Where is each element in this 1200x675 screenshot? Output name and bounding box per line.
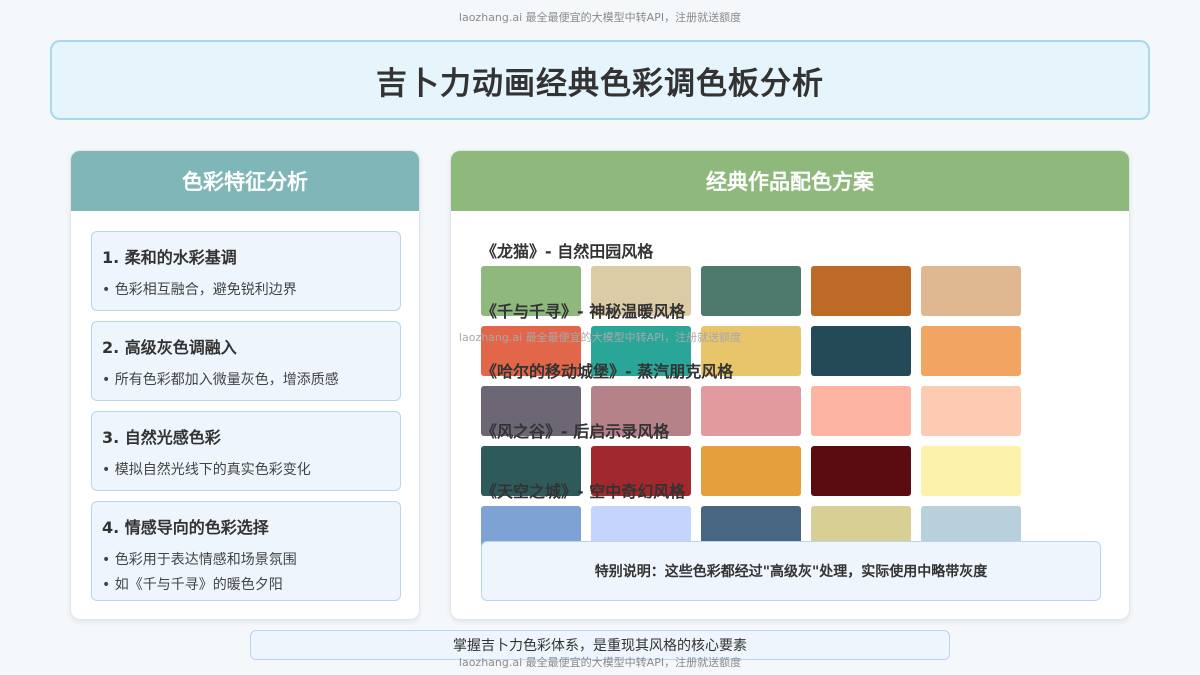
feature-point: 所有色彩都加入微量灰色，增添质感: [102, 368, 390, 393]
palette-title: 《哈尔的移动城堡》- 蒸汽朋克风格: [481, 362, 734, 381]
special-note: 特别说明：这些色彩都经过"高级灰"处理，实际使用中略带灰度: [481, 541, 1101, 601]
feature-title: 3. 自然光感色彩: [102, 428, 221, 447]
palette-title: 《天空之城》- 空中奇幻风格: [481, 482, 686, 501]
title-banner: 吉卜力动画经典色彩调色板分析: [50, 40, 1150, 120]
color-swatch: [921, 386, 1021, 436]
palette-title: 《风之谷》- 后启示录风格: [481, 422, 670, 441]
feature-title: 4. 情感导向的色彩选择: [102, 518, 269, 537]
watermark-bottom: laozhang.ai 最全最便宜的大模型中转API，注册就送额度: [458, 656, 742, 669]
palette-title: 《千与千寻》- 神秘温暖风格: [481, 302, 686, 321]
feature-point: 模拟自然光线下的真实色彩变化: [102, 458, 390, 483]
watermark-top: laozhang.ai 最全最便宜的大模型中转API，注册就送额度: [458, 11, 742, 24]
palette-title: 《龙猫》- 自然田园风格: [481, 242, 654, 261]
feature-card-4: 4. 情感导向的色彩选择 色彩用于表达情感和场景氛围 如《千与千寻》的暖色夕阳: [91, 501, 401, 601]
page-title: 吉卜力动画经典色彩调色板分析: [376, 65, 824, 102]
color-swatch: [811, 446, 911, 496]
feature-analysis-panel: 色彩特征分析 1. 柔和的水彩基调 色彩相互融合，避免锐利边界 2. 高级灰色调…: [70, 150, 420, 620]
palette-panel: 经典作品配色方案 《龙猫》- 自然田园风格《千与千寻》- 神秘温暖风格《哈尔的移…: [450, 150, 1130, 620]
feature-title: 1. 柔和的水彩基调: [102, 248, 237, 267]
feature-point: 色彩相互融合，避免锐利边界: [102, 278, 390, 303]
feature-panel-header: 色彩特征分析: [71, 151, 419, 211]
feature-card-3: 3. 自然光感色彩 模拟自然光线下的真实色彩变化: [91, 411, 401, 491]
watermark-middle: laozhang.ai 最全最便宜的大模型中转API，注册就送额度: [458, 331, 742, 344]
feature-card-1: 1. 柔和的水彩基调 色彩相互融合，避免锐利边界: [91, 231, 401, 311]
color-swatch: [701, 386, 801, 436]
color-swatch: [921, 266, 1021, 316]
feature-point: 如《千与千寻》的暖色夕阳: [102, 573, 390, 598]
feature-point: 色彩用于表达情感和场景氛围: [102, 548, 390, 573]
color-swatch: [701, 266, 801, 316]
palette-panel-header: 经典作品配色方案: [451, 151, 1129, 211]
color-swatch: [811, 266, 911, 316]
color-swatch: [921, 446, 1021, 496]
color-swatch: [701, 446, 801, 496]
color-swatch: [811, 386, 911, 436]
